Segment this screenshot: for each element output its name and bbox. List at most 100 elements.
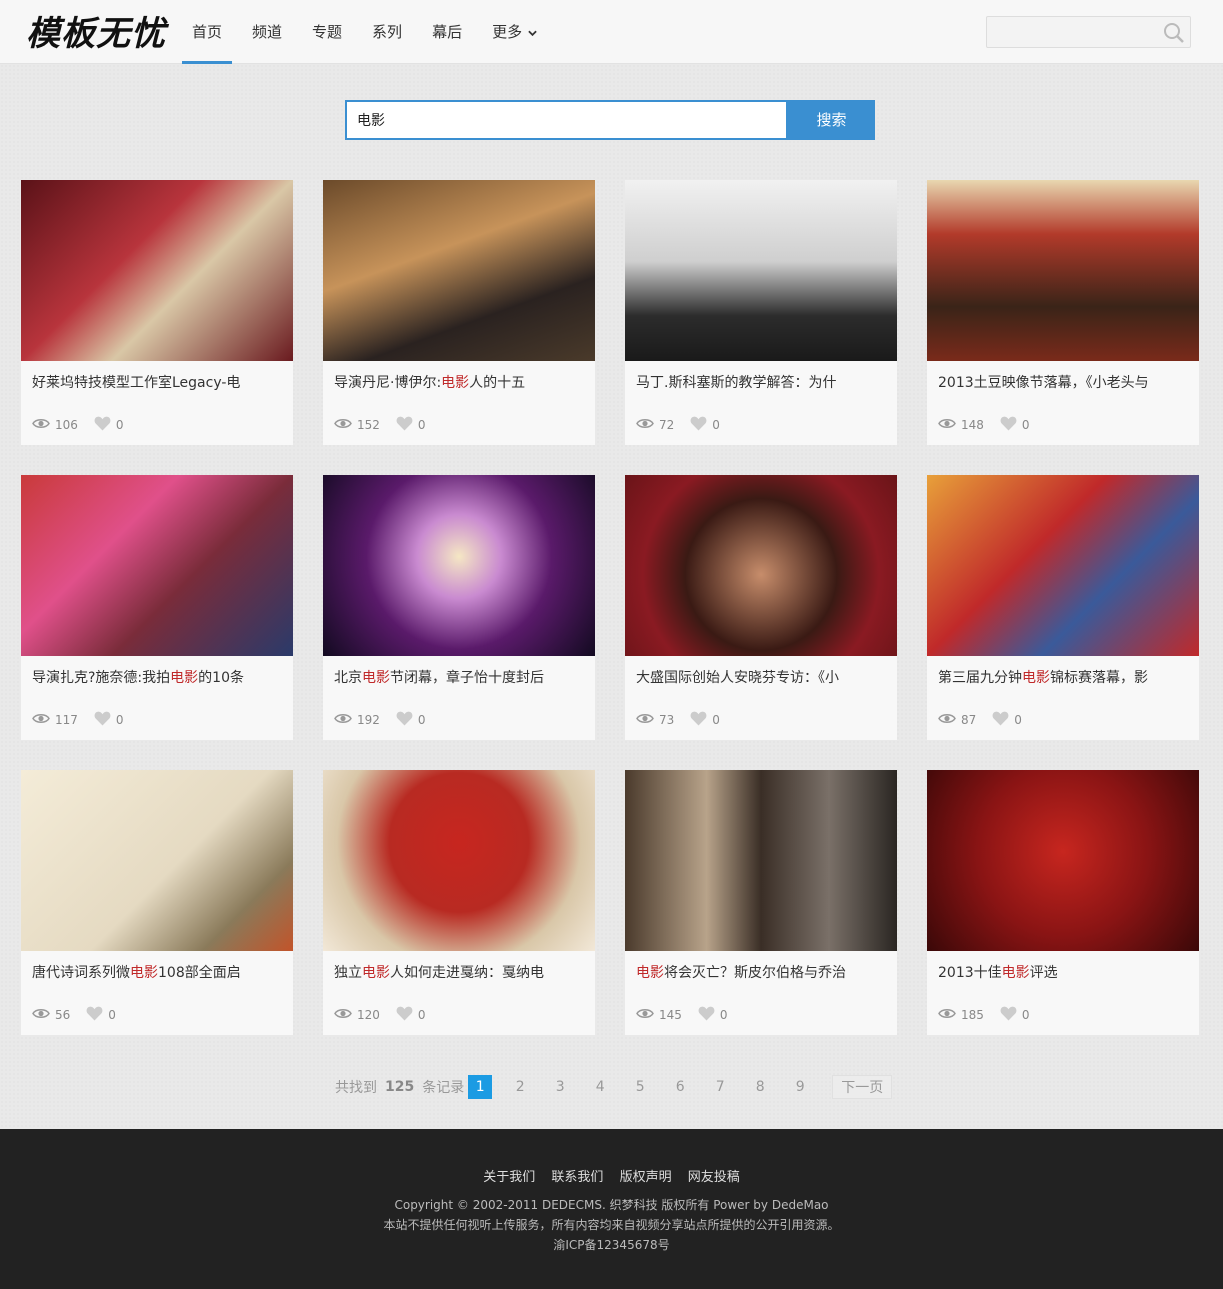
view-count: 117 <box>32 713 78 727</box>
page-link[interactable]: 9 <box>788 1075 812 1099</box>
like-button[interactable]: 0 <box>94 711 124 729</box>
card-thumbnail[interactable] <box>927 770 1199 951</box>
like-button[interactable]: 0 <box>396 711 426 729</box>
card-title-link[interactable]: 独立电影人如何走进戛纳：戛纳电 <box>334 962 584 982</box>
view-count-value: 120 <box>357 1008 380 1022</box>
card-thumbnail[interactable] <box>21 770 293 951</box>
footer-link-copyright[interactable]: 版权声明 <box>620 1170 672 1185</box>
result-card[interactable]: 大盛国际创始人安晓芬专访：《小 73 0 <box>625 475 897 740</box>
card-title-link[interactable]: 2013十佳电影评选 <box>938 962 1188 982</box>
result-card[interactable]: 好莱坞特技模型工作室Legacy-电 106 0 <box>21 180 293 445</box>
site-logo[interactable]: 模板无忧 <box>26 14 166 54</box>
result-card[interactable]: 导演扎克?施奈德:我拍电影的10条 117 0 <box>21 475 293 740</box>
nav-item-behind-scenes[interactable]: 幕后 <box>422 0 472 64</box>
like-button[interactable]: 0 <box>690 416 720 434</box>
keyword-highlight: 电影 <box>130 965 158 981</box>
view-count-value: 117 <box>55 713 78 727</box>
card-title-link[interactable]: 大盛国际创始人安晓芬专访：《小 <box>636 667 886 687</box>
view-count: 192 <box>334 713 380 727</box>
title-text: 第三届九分钟 <box>938 670 1022 686</box>
card-title-link[interactable]: 2013土豆映像节落幕，《小老头与 <box>938 372 1188 392</box>
page-link[interactable]: 1 <box>468 1075 493 1099</box>
nav-label: 系列 <box>372 23 403 41</box>
page-link[interactable]: 8 <box>748 1075 772 1099</box>
result-card[interactable]: 独立电影人如何走进戛纳：戛纳电 120 0 <box>323 770 595 1035</box>
next-page-button[interactable]: 下一页 <box>832 1075 893 1099</box>
page-link[interactable]: 2 <box>508 1075 532 1099</box>
title-text: 人如何走进戛纳：戛纳电 <box>390 965 544 981</box>
card-stats: 185 0 <box>938 1006 1030 1024</box>
card-thumbnail[interactable] <box>625 770 897 951</box>
card-thumbnail[interactable] <box>927 180 1199 361</box>
keyword-highlight: 电影 <box>441 375 470 391</box>
card-title-link[interactable]: 导演丹尼·博伊尔:电影人的十五 <box>334 372 584 392</box>
footer-link-submit[interactable]: 网友投稿 <box>688 1170 740 1185</box>
card-stats: 152 0 <box>334 416 426 434</box>
card-thumbnail[interactable] <box>323 770 595 951</box>
result-card[interactable]: 2013土豆映像节落幕，《小老头与 148 0 <box>927 180 1199 445</box>
result-card[interactable]: 第三届九分钟电影锦标赛落幕，影 87 0 <box>927 475 1199 740</box>
card-thumbnail[interactable] <box>323 180 595 361</box>
heart-icon <box>396 711 418 729</box>
page-link[interactable]: 4 <box>588 1075 612 1099</box>
result-card[interactable]: 导演丹尼·博伊尔:电影人的十五 152 0 <box>323 180 595 445</box>
page-link[interactable]: 5 <box>628 1075 652 1099</box>
main-search-input[interactable] <box>345 100 788 140</box>
like-button[interactable]: 0 <box>1000 416 1030 434</box>
like-button[interactable]: 0 <box>690 711 720 729</box>
nav-item-home[interactable]: 首页 <box>182 0 233 64</box>
card-stats: 72 0 <box>636 416 720 434</box>
result-card[interactable]: 唐代诗词系列微电影108部全面启 56 0 <box>21 770 293 1035</box>
card-thumbnail[interactable] <box>323 475 595 656</box>
page-link[interactable]: 6 <box>668 1075 692 1099</box>
page-link[interactable]: 3 <box>548 1075 572 1099</box>
footer-links: 关于我们 联系我们 版权声明 网友投稿 <box>0 1166 1223 1185</box>
nav-item-more[interactable]: 更多 <box>482 0 547 64</box>
card-thumbnail[interactable] <box>21 475 293 656</box>
keyword-highlight: 电影 <box>170 670 199 686</box>
result-card[interactable]: 电影将会灭亡？斯皮尔伯格与乔治 145 0 <box>625 770 897 1035</box>
search-icon[interactable] <box>1162 21 1186 45</box>
search-button[interactable]: 搜索 <box>788 100 875 140</box>
card-title-link[interactable]: 导演扎克?施奈德:我拍电影的10条 <box>32 667 282 687</box>
title-text: 好莱坞特技模型工作室Legacy-电 <box>32 375 241 391</box>
like-button[interactable]: 0 <box>94 416 124 434</box>
card-title-link[interactable]: 电影将会灭亡？斯皮尔伯格与乔治 <box>636 962 886 982</box>
like-button[interactable]: 0 <box>396 1006 426 1024</box>
title-text: 的10条 <box>198 670 244 686</box>
card-title-link[interactable]: 第三届九分钟电影锦标赛落幕，影 <box>938 667 1188 687</box>
footer-link-about[interactable]: 关于我们 <box>483 1170 535 1185</box>
title-text: 导演丹尼·博伊尔: <box>334 375 442 391</box>
nav-item-series[interactable]: 系列 <box>362 0 412 64</box>
card-title-link[interactable]: 马丁.斯科塞斯的教学解答：为什 <box>636 372 886 392</box>
eye-icon <box>938 1008 961 1022</box>
card-stats: 120 0 <box>334 1006 426 1024</box>
card-title-link[interactable]: 好莱坞特技模型工作室Legacy-电 <box>32 372 282 392</box>
card-title-link[interactable]: 唐代诗词系列微电影108部全面启 <box>32 962 282 982</box>
card-thumbnail[interactable] <box>21 180 293 361</box>
card-stats: 56 0 <box>32 1006 116 1024</box>
nav-item-channel[interactable]: 频道 <box>242 0 292 64</box>
result-card[interactable]: 马丁.斯科塞斯的教学解答：为什 72 0 <box>625 180 897 445</box>
card-thumbnail[interactable] <box>625 475 897 656</box>
card-thumbnail[interactable] <box>927 475 1199 656</box>
pagination-prefix: 共找到 <box>335 1080 377 1096</box>
keyword-highlight: 电影 <box>362 965 390 981</box>
nav-label: 更多 <box>492 23 523 41</box>
like-button[interactable]: 0 <box>698 1006 728 1024</box>
result-card[interactable]: 2013十佳电影评选 185 0 <box>927 770 1199 1035</box>
page-link[interactable]: 7 <box>708 1075 732 1099</box>
like-button[interactable]: 0 <box>86 1006 116 1024</box>
title-text: 人的十五 <box>469 375 526 391</box>
card-title-link[interactable]: 北京电影节闭幕，章子怡十度封后 <box>334 667 584 687</box>
card-thumbnail[interactable] <box>625 180 897 361</box>
like-button[interactable]: 0 <box>992 711 1022 729</box>
result-card[interactable]: 北京电影节闭幕，章子怡十度封后 192 0 <box>323 475 595 740</box>
like-button[interactable]: 0 <box>1000 1006 1030 1024</box>
card-stats: 73 0 <box>636 711 720 729</box>
footer-link-contact[interactable]: 联系我们 <box>551 1170 603 1185</box>
like-button[interactable]: 0 <box>396 416 426 434</box>
header-search-input[interactable] <box>987 17 1157 47</box>
nav-item-topic[interactable]: 专题 <box>302 0 352 64</box>
card-stats: 148 0 <box>938 416 1030 434</box>
